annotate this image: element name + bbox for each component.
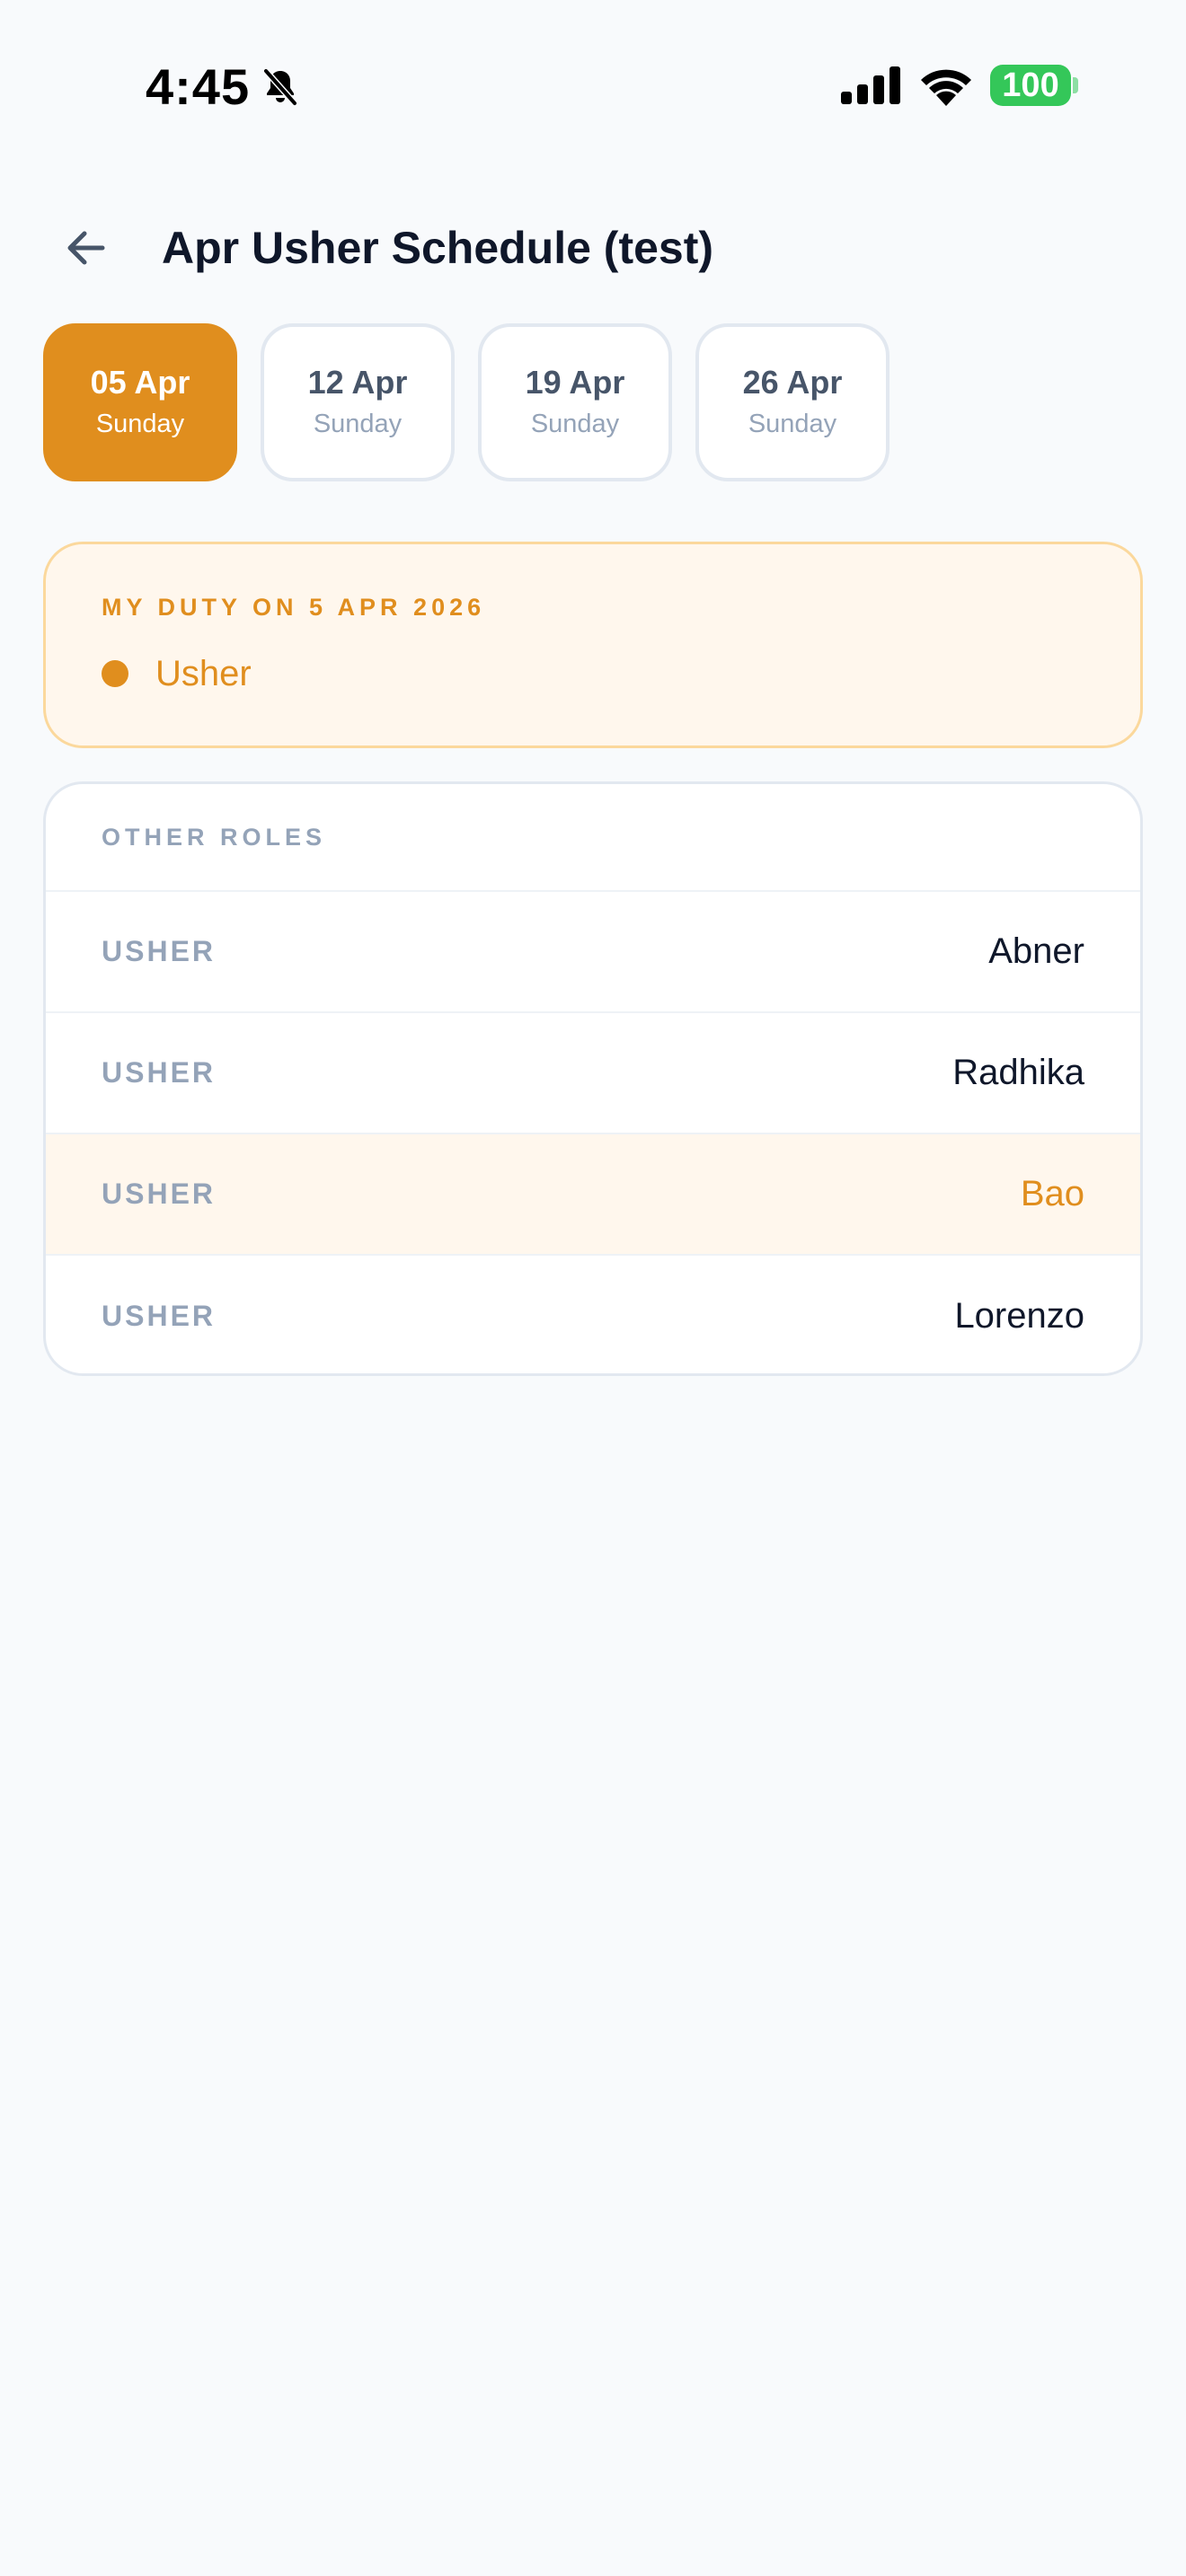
bell-slash-icon: [262, 67, 298, 107]
battery-icon: 100: [990, 65, 1071, 106]
status-time: 4:45: [146, 58, 251, 115]
date-tab-12-apr[interactable]: 12 Apr Sunday: [261, 323, 455, 481]
date-tab-day: 12 Apr: [307, 364, 408, 401]
role-row-abner: USHER Abner: [46, 892, 1140, 1013]
date-tab-day: 19 Apr: [525, 364, 625, 401]
role-row-lorenzo: USHER Lorenzo: [46, 1256, 1140, 1373]
date-tab-05-apr[interactable]: 05 Apr Sunday: [43, 323, 237, 481]
date-tab-weekday: Sunday: [95, 410, 185, 438]
status-bar: 4:45 100: [0, 0, 1186, 171]
role-row-bao: USHER Bao: [46, 1134, 1140, 1256]
role-assignee-name: Lorenzo: [954, 1296, 1084, 1336]
my-duty-card: MY DUTY ON 5 APR 2026 Usher: [43, 542, 1143, 748]
page-title: Apr Usher Schedule (test): [162, 223, 714, 273]
wifi-icon: [921, 69, 971, 106]
date-tab-weekday: Sunday: [530, 410, 620, 438]
role-label: USHER: [102, 935, 217, 967]
duty-status-dot-icon: [102, 660, 128, 687]
role-label: USHER: [102, 1300, 217, 1332]
role-assignee-name: Bao: [1020, 1174, 1084, 1213]
arrow-left-icon: [67, 231, 105, 265]
date-tab-day: 26 Apr: [742, 364, 843, 401]
cellular-signal-icon: [841, 66, 900, 104]
date-tab-day: 05 Apr: [90, 364, 190, 401]
other-roles-card: OTHER ROLES USHER Abner USHER Radhika US…: [43, 781, 1143, 1376]
date-tab-19-apr[interactable]: 19 Apr Sunday: [478, 323, 672, 481]
role-label: USHER: [102, 1178, 217, 1210]
date-tabs: 05 Apr Sunday 12 Apr Sunday 19 Apr Sunda…: [43, 323, 890, 481]
my-duty-role: Usher: [155, 654, 252, 693]
role-row-radhika: USHER Radhika: [46, 1013, 1140, 1134]
date-tab-26-apr[interactable]: 26 Apr Sunday: [695, 323, 890, 481]
role-assignee-name: Abner: [988, 931, 1084, 971]
role-label: USHER: [102, 1056, 217, 1089]
my-duty-heading: MY DUTY ON 5 APR 2026: [102, 594, 486, 621]
other-roles-heading: OTHER ROLES: [46, 784, 1140, 892]
date-tab-weekday: Sunday: [313, 410, 403, 438]
date-tab-weekday: Sunday: [748, 410, 837, 438]
role-assignee-name: Radhika: [952, 1053, 1084, 1092]
battery-tip: [1073, 77, 1078, 93]
back-button[interactable]: [54, 216, 119, 280]
